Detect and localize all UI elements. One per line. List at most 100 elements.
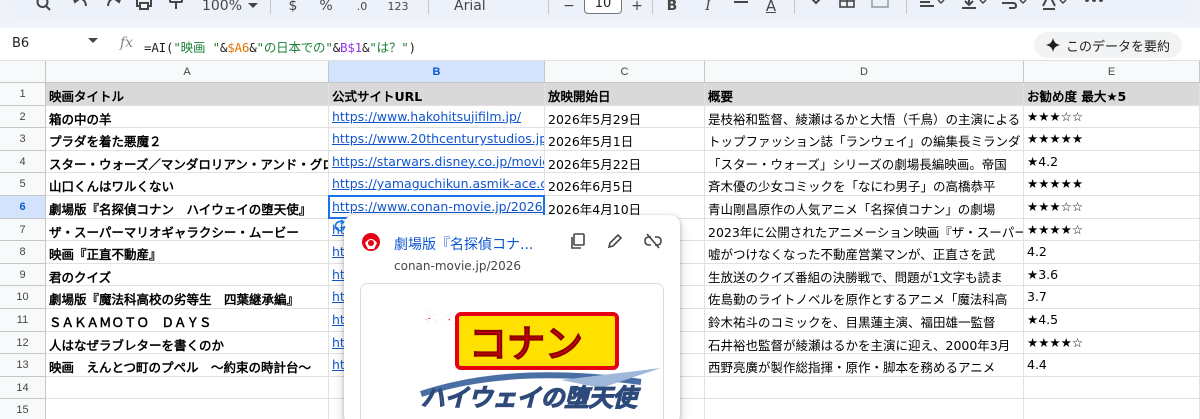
row-header[interactable]: 15	[0, 399, 46, 419]
row-header[interactable]: 8	[0, 241, 46, 264]
zoom-select[interactable]: 100%	[200, 0, 260, 16]
table-cell[interactable]: https://www.20thcenturystudios.jp/movies…	[329, 128, 545, 151]
row-header[interactable]: 4	[0, 150, 46, 174]
vertical-align-icon[interactable]	[960, 0, 988, 16]
link-title[interactable]: 劇場版『名探偵コナ...	[394, 234, 533, 254]
row-header[interactable]: 11	[0, 309, 46, 332]
header-cell[interactable]: 公式サイトURL	[329, 83, 545, 106]
row-header[interactable]: 9	[0, 263, 46, 287]
table-cell[interactable]: 石井裕也監督が綾瀬はるかを主演に迎え、2000年3月	[705, 331, 1024, 355]
header-cell[interactable]: 概要	[705, 83, 1024, 106]
table-cell[interactable]: 生放送のクイズ番組の決勝戦で、問題が1文字も読ま	[705, 263, 1024, 287]
table-cell[interactable]: 映画『正直不動産』	[46, 241, 329, 264]
table-cell[interactable]: ★★★★★	[1024, 173, 1200, 196]
table-cell[interactable]: ★★★☆☆	[1024, 105, 1200, 129]
table-cell[interactable]: 3.7	[1024, 286, 1200, 309]
table-cell[interactable]: 君のクイズ	[46, 263, 329, 287]
increase-font-icon[interactable]: +	[630, 0, 644, 16]
more-tools-icon[interactable]	[1082, 0, 1106, 16]
table-cell[interactable]: ザ・スーパーマリオギャラクシー・ムービー	[46, 218, 329, 242]
font-size-input[interactable]: 10	[584, 0, 622, 14]
table-cell[interactable]: 4.2	[1024, 241, 1200, 264]
borders-icon[interactable]	[838, 0, 856, 16]
row-header[interactable]: 5	[0, 173, 46, 196]
table-cell[interactable]	[705, 399, 1024, 419]
bold-button[interactable]: B	[664, 0, 680, 16]
row-header[interactable]: 14	[0, 376, 46, 400]
row-header[interactable]: 3	[0, 128, 46, 151]
column-header-b[interactable]: B	[329, 61, 545, 83]
fill-color-icon[interactable]	[806, 0, 826, 16]
redo-icon[interactable]	[104, 0, 124, 16]
table-cell[interactable]: プラダを着た悪魔２	[46, 128, 329, 151]
font-select[interactable]: Arial	[454, 0, 534, 16]
table-cell[interactable]	[705, 376, 1024, 400]
table-cell[interactable]	[1024, 399, 1200, 419]
table-cell[interactable]: 2026年5月29日	[545, 105, 705, 129]
header-cell[interactable]: 放映開始日	[545, 83, 705, 106]
header-cell[interactable]: お勧め度 最大★5	[1024, 83, 1200, 106]
percent-button[interactable]: %	[318, 0, 334, 16]
row-header[interactable]: 2	[0, 105, 46, 129]
table-cell[interactable]: 鈴木祐斗のコミックを、目黒蓮主演、福田雄一監督	[705, 309, 1024, 332]
table-cell[interactable]: 青山剛昌原作の人気アニメ「名探偵コナン」の劇場	[705, 196, 1024, 219]
table-cell[interactable]: 劇場版『名探偵コナン ハイウェイの堕天使』	[46, 196, 329, 219]
summarize-data-button[interactable]: このデータを要約	[1034, 32, 1182, 58]
column-header-c[interactable]: C	[545, 61, 705, 83]
table-cell[interactable]	[46, 399, 329, 419]
table-cell[interactable]: 2026年5月22日	[545, 150, 705, 174]
decrease-font-icon[interactable]: −	[562, 0, 576, 16]
table-cell[interactable]: スター・ウォーズ／マンダロリアン・アンド・グローグー	[46, 150, 329, 174]
select-all-corner[interactable]	[0, 61, 46, 83]
italic-icon[interactable]: I	[700, 0, 716, 16]
table-cell[interactable]: 2026年6月5日	[545, 173, 705, 196]
table-cell[interactable]: 嘘がつけなくなった不動産営業マンが、正直さを武	[705, 241, 1024, 264]
name-box-dropdown-icon[interactable]	[88, 38, 98, 44]
table-cell[interactable]: 映画 えんとつ町のプペル ～約束の時計台～	[46, 354, 329, 377]
decrease-decimal-button[interactable]: .0	[350, 0, 374, 16]
formula-input[interactable]: =AI("映画 "&$A6&"の日本での"&B$1&"は？")	[144, 37, 416, 56]
table-cell[interactable]: ★4.5	[1024, 309, 1200, 332]
header-cell[interactable]: 映画タイトル	[46, 83, 329, 106]
row-header[interactable]: 12	[0, 331, 46, 355]
table-cell[interactable]: 劇場版『魔法科高校の劣等生 四葉継承編』	[46, 286, 329, 309]
table-cell[interactable]: https://starwars.disney.co.jp/movie/	[329, 150, 545, 174]
text-rotation-icon[interactable]	[1040, 0, 1068, 16]
text-color-button[interactable]: A	[760, 0, 782, 16]
refresh-icon[interactable]	[333, 219, 347, 233]
merge-cells-icon[interactable]	[870, 0, 890, 16]
table-cell[interactable]: 是枝裕和監督、綾瀬はるかと大悟（千鳥）の主演による	[705, 105, 1024, 129]
table-cell[interactable]: https://www.hakohitsujifilm.jp/	[329, 105, 545, 129]
undo-icon[interactable]	[70, 0, 90, 16]
table-cell[interactable]: ＳＡＫＡＭＯＴＯ ＤＡＹＳ	[46, 309, 329, 332]
table-cell[interactable]: 2026年5月1日	[545, 128, 705, 151]
table-cell[interactable]: 山口くんはワルくない	[46, 173, 329, 196]
column-header-a[interactable]: A	[46, 61, 329, 83]
horizontal-align-icon[interactable]	[918, 0, 946, 16]
table-cell[interactable]: トップファッション誌「ランウェイ」の編集長ミランダ	[705, 128, 1024, 151]
paint-format-icon[interactable]	[166, 0, 186, 16]
text-wrap-icon[interactable]	[1000, 0, 1028, 16]
table-cell[interactable]: ★3.6	[1024, 263, 1200, 287]
search-icon[interactable]	[34, 0, 54, 16]
edit-link-icon[interactable]	[607, 233, 623, 249]
column-header-e[interactable]: E	[1024, 61, 1200, 83]
row-header[interactable]: 1	[0, 83, 46, 106]
table-cell[interactable]: ★4.2	[1024, 150, 1200, 174]
table-cell[interactable]: 佐島勤のライトノベルを原作とするアニメ「魔法科高	[705, 286, 1024, 309]
table-cell[interactable]: 西野亮廣が製作総指揮・原作・脚本を務めるアニメ	[705, 354, 1024, 377]
row-header[interactable]: 13	[0, 354, 46, 377]
table-cell[interactable]	[46, 376, 329, 400]
remove-link-icon[interactable]	[644, 233, 662, 249]
strikethrough-icon[interactable]	[732, 0, 750, 16]
number-format-button[interactable]: 123	[386, 0, 410, 16]
table-cell[interactable]: 箱の中の羊	[46, 105, 329, 129]
table-cell[interactable]: ★★★★★	[1024, 128, 1200, 151]
row-header[interactable]: 6	[0, 196, 46, 219]
table-cell[interactable]: https://yamaguchikun.asmik-ace.co.jp/	[329, 173, 545, 196]
print-icon[interactable]	[134, 0, 154, 16]
table-cell[interactable]: ★★★★☆	[1024, 331, 1200, 355]
table-cell[interactable]: 2023年に公開されたアニメーション映画『ザ・スーパー	[705, 218, 1024, 242]
column-header-d[interactable]: D	[705, 61, 1024, 83]
table-cell[interactable]: ★★★☆☆	[1024, 196, 1200, 219]
